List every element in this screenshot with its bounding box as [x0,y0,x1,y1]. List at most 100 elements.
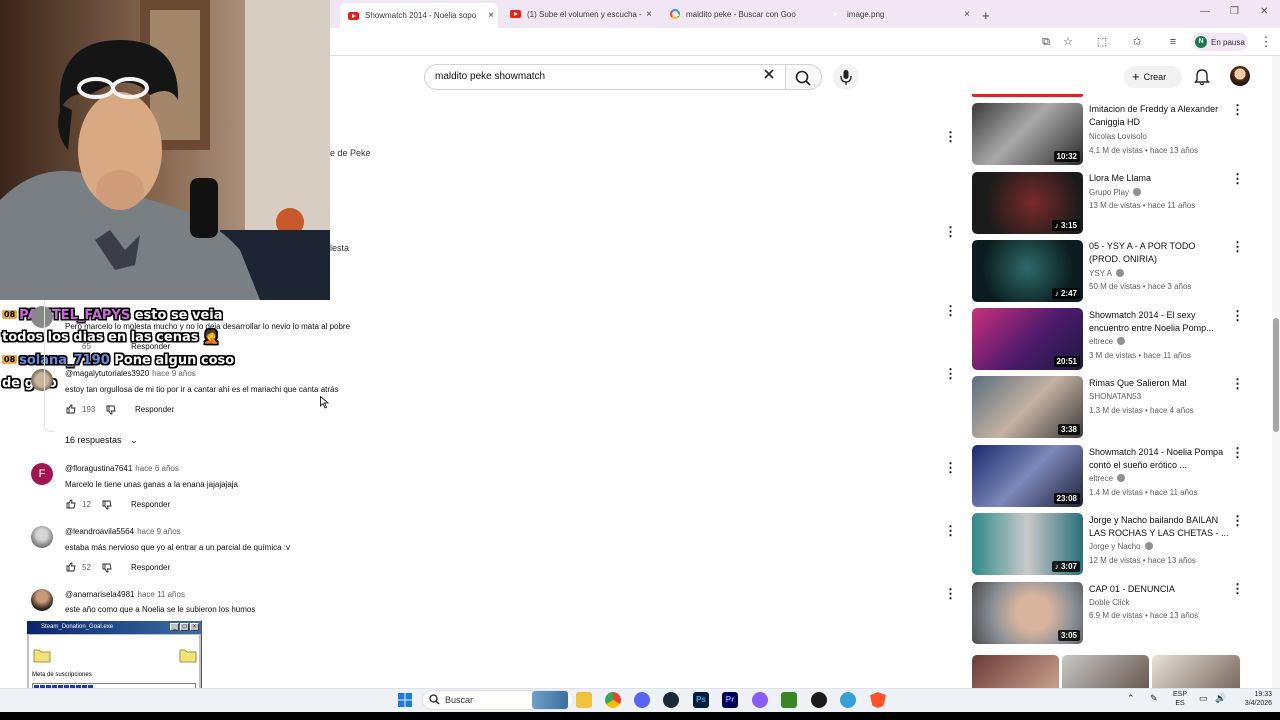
video-title[interactable]: Showmatch 2014 - Noelia Pompa contó el s… [1089,446,1229,472]
minecraft-icon[interactable] [781,692,797,708]
short-thumbnail[interactable] [1152,655,1240,688]
bookmark-star-icon[interactable]: ☆ [1060,34,1076,50]
video-menu-icon[interactable] [1231,171,1244,187]
channel-name[interactable]: eltrece [1089,337,1113,346]
video-channel[interactable]: YSY A [1089,269,1124,278]
search-button[interactable] [786,64,822,90]
video-thumbnail[interactable]: 23:08 [972,445,1083,507]
video-channel[interactable]: Nicolas Lovisolo [1089,132,1147,141]
video-channel[interactable]: Jorge y Nacho [1089,542,1153,551]
reply-button[interactable]: Responder [135,405,174,414]
reply-button[interactable]: Responder [131,563,170,572]
close-tab-icon[interactable]: × [484,10,498,21]
like-icon[interactable] [66,562,76,572]
video-title[interactable]: Imitacion de Freddy a Alexander Caniggia… [1089,103,1229,129]
video-thumbnail[interactable]: 10:32 [972,103,1083,165]
account-avatar[interactable] [1230,66,1250,86]
favorites-icon[interactable]: ✩ [1129,34,1145,50]
brave-icon[interactable] [870,692,886,708]
app-icon[interactable] [752,692,768,708]
profile-button[interactable]: N En pausa [1192,33,1248,51]
video-channel[interactable]: Doble Click [1089,598,1129,607]
comment-handle[interactable]: @leandroavila5564 [65,527,134,536]
create-button[interactable]: + Crear [1124,66,1182,88]
video-title[interactable]: CAP 01 - DENUNCIA [1089,583,1229,596]
restore-icon[interactable]: ❐ [1230,6,1239,17]
windows-start-icon[interactable] [397,692,413,708]
video-channel[interactable]: eltrece [1089,337,1126,346]
comment-avatar[interactable] [31,589,53,611]
search-input[interactable]: maldito peke showmatch [424,64,786,90]
tab-google-search[interactable]: maldito peke - Buscar con Goo [662,4,818,24]
app-icon[interactable] [840,692,856,708]
more-actions-icon[interactable] [944,460,957,476]
comment-author[interactable]: @magalytutoriales3920 hace 9 años [65,369,196,378]
install-app-icon[interactable]: ⧉ [1038,34,1054,50]
new-tab-icon[interactable]: + [978,5,998,25]
video-title[interactable]: Showmatch 2014 - El sexy encuentro entre… [1089,309,1229,335]
channel-name[interactable]: YSY A [1089,269,1112,278]
comment-author[interactable]: @floragustina7641 hace 6 años [65,464,179,473]
more-actions-icon[interactable] [944,366,957,382]
channel-name[interactable]: Grupo Play [1089,188,1129,197]
video-menu-icon[interactable] [1231,445,1244,461]
channel-name[interactable]: Jorge y Nacho [1089,542,1141,551]
comment-handle[interactable]: @magalytutoriales3920 [65,369,149,378]
more-actions-icon[interactable] [944,224,957,240]
close-tab-icon[interactable]: × [960,9,974,20]
short-thumbnail[interactable] [972,655,1059,688]
comment-avatar[interactable] [31,306,53,328]
photoshop-icon[interactable]: Ps [693,692,709,708]
scrollbar-thumb[interactable] [1273,318,1279,432]
comment-handle[interactable]: @anamarisela4981 [65,590,135,599]
video-menu-icon[interactable] [1231,513,1244,529]
video-title[interactable]: Rimas Que Salieron Mal [1089,377,1229,390]
like-icon[interactable] [66,404,76,414]
premiere-icon[interactable]: Pr [722,692,738,708]
video-title[interactable]: 05 - YSY A - A POR TODO (PROD. ONIRIA) [1089,240,1229,266]
tab-sube-volumen[interactable]: (1) Sube el volumen y escucha - × [502,4,656,24]
video-menu-icon[interactable] [1231,581,1244,597]
widgets-icon[interactable] [532,691,568,709]
video-thumbnail[interactable]: 3:38 [972,376,1083,438]
video-title[interactable]: Llora Me Llama [1089,172,1229,185]
short-thumbnail[interactable] [1062,655,1149,688]
volume-icon[interactable]: 🔊 [1215,693,1226,704]
video-menu-icon[interactable] [1231,102,1244,118]
pen-icon[interactable]: ✎ [1150,693,1158,704]
language-indicator[interactable]: ESP ES [1168,690,1192,708]
like-icon[interactable] [66,499,76,509]
video-channel[interactable]: eltrece [1089,474,1126,483]
tab-image[interactable]: image.png × [822,4,974,24]
clear-search-icon[interactable] [763,68,775,80]
dislike-icon[interactable] [102,563,112,573]
discord-icon[interactable] [634,692,650,708]
voice-search-button[interactable] [833,64,859,90]
extensions-icon[interactable]: ⬚ [1094,34,1110,50]
more-actions-icon[interactable] [944,523,957,539]
network-icon[interactable]: ▭ [1199,693,1208,704]
dislike-icon[interactable] [106,405,116,415]
reply-button[interactable]: Responder [131,500,170,509]
reply-button[interactable]: Responder [131,342,170,351]
close-window-icon[interactable]: ✕ [1260,6,1268,17]
tab-showmatch[interactable]: Showmatch 2014 - Noelia sopo × [340,3,498,28]
more-actions-icon[interactable] [944,303,957,319]
obs-icon[interactable] [811,692,827,708]
video-thumbnail[interactable]: ♪ 3:07 [972,513,1083,575]
video-thumbnail[interactable]: 3:05 [972,582,1083,644]
reading-list-icon[interactable]: ≡ [1165,34,1181,50]
comment-avatar[interactable] [31,369,53,391]
comment-avatar[interactable] [31,526,53,548]
video-channel[interactable]: SHONATAN53 [1089,392,1141,401]
replies-toggle[interactable]: 16 respuestas ⌄ [65,435,138,446]
more-actions-icon[interactable] [944,129,957,145]
chrome-icon[interactable] [605,692,621,708]
steam-icon[interactable] [663,692,679,708]
more-actions-icon[interactable] [946,680,949,688]
comment-author[interactable]: @leandroavila5564 hace 9 años [65,527,181,536]
chevron-up-icon[interactable]: ⌃ [1127,693,1135,704]
minimize-icon[interactable]: — [1200,6,1210,17]
video-thumbnail[interactable]: ♪ 3:15 [972,172,1083,234]
comment-avatar[interactable]: F [31,463,53,485]
